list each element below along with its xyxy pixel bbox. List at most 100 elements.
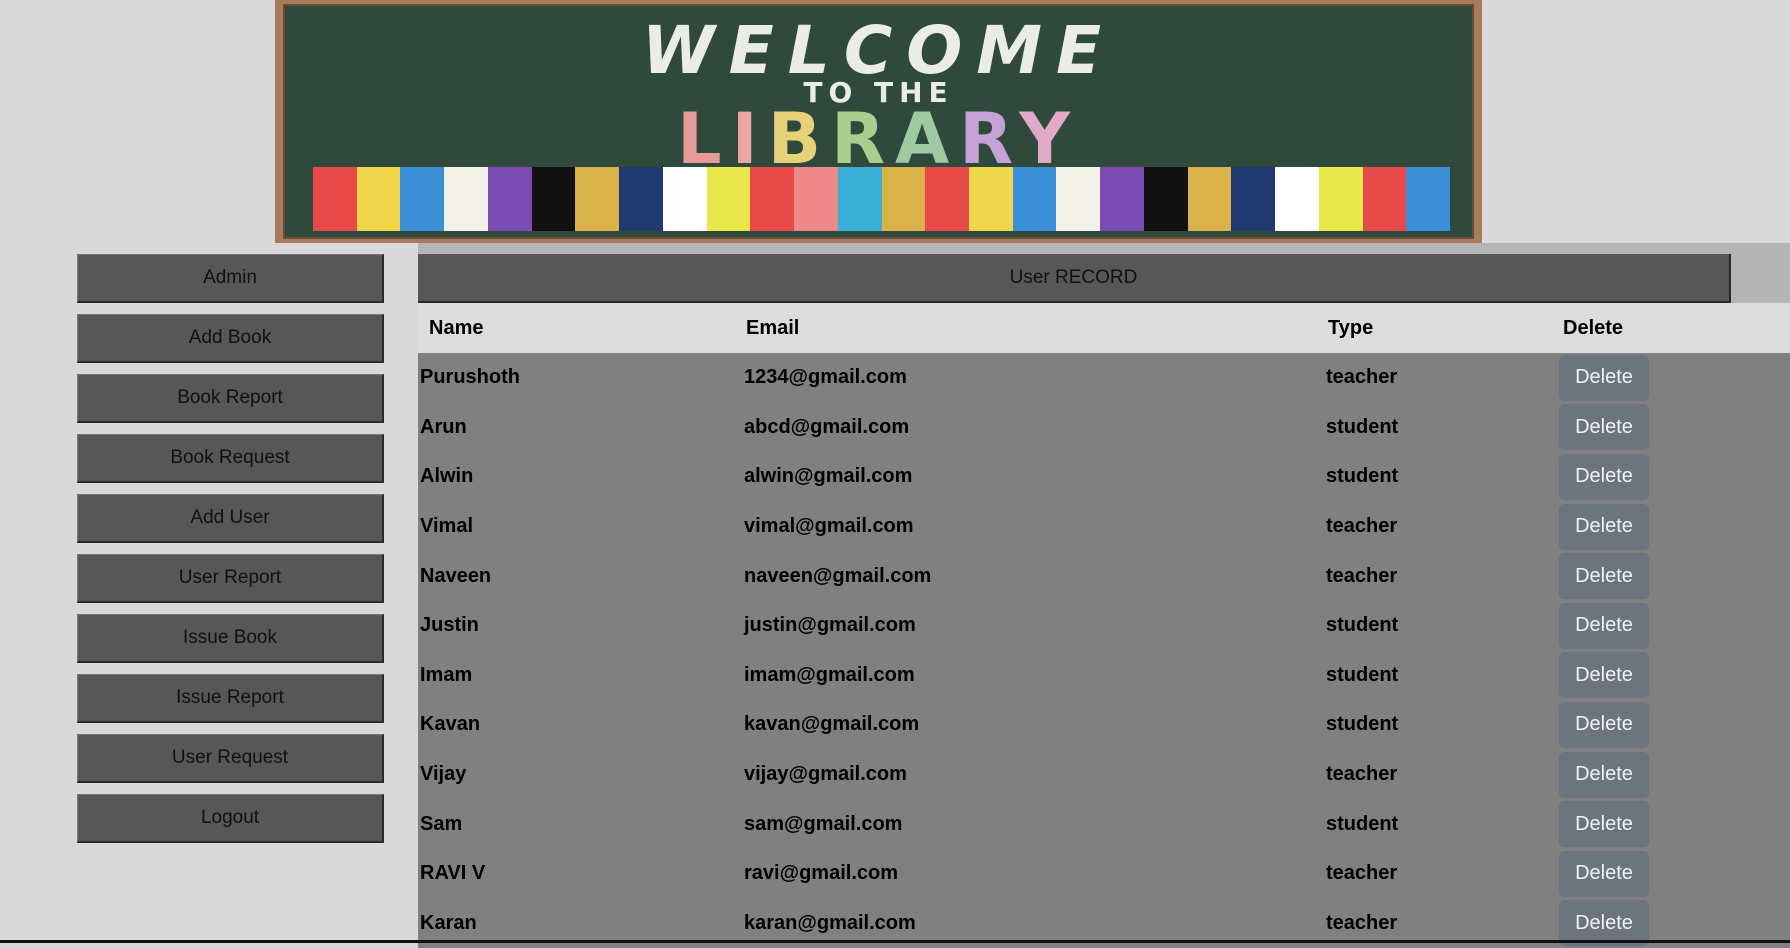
book-spine	[356, 167, 401, 231]
user-name-cell: Imam	[420, 663, 473, 686]
delete-cell: Delete	[1552, 551, 1790, 601]
user-email-cell: kavan@gmail.com	[744, 713, 920, 736]
user-name-cell: Vijay	[420, 763, 467, 786]
book-spine	[1275, 167, 1319, 231]
book-spine	[1362, 167, 1407, 231]
sidebar-item-admin[interactable]: Admin	[77, 254, 384, 303]
book-spine	[662, 167, 707, 231]
user-type-cell: teacher	[1326, 366, 1398, 389]
user-name-cell: Sam	[420, 812, 463, 835]
delete-cell: Delete	[1552, 353, 1790, 403]
column-header-type: Type	[1328, 316, 1374, 339]
user-name-cell: RAVI V	[420, 862, 486, 885]
sidebar-item-user-report[interactable]: User Report	[77, 554, 384, 603]
column-header-delete: Delete	[1563, 316, 1624, 339]
user-name-cell: Purushoth	[420, 366, 520, 389]
book-spine	[837, 167, 882, 231]
book-spine	[1143, 167, 1188, 231]
book-spine	[750, 167, 795, 231]
book-spine	[531, 167, 576, 231]
user-type-cell: teacher	[1326, 564, 1398, 587]
user-name-cell: Arun	[420, 415, 467, 438]
user-type-cell: student	[1326, 614, 1399, 637]
user-type-cell: student	[1326, 465, 1399, 488]
delete-user-button[interactable]: Delete	[1559, 751, 1649, 798]
delete-cell: Delete	[1552, 849, 1790, 899]
logout-button[interactable]: Logout	[77, 794, 384, 843]
user-email-cell: 1234@gmail.com	[744, 366, 907, 389]
book-spine	[881, 167, 926, 231]
book-spine	[1100, 167, 1144, 231]
main-content: User RECORD Name Email Type Delete Purus…	[418, 243, 1790, 948]
book-spine	[1012, 167, 1057, 231]
table-row: Alwin alwin@gmail.com student Delete	[418, 452, 1790, 502]
delete-user-button[interactable]: Delete	[1559, 354, 1649, 401]
user-type-cell: student	[1326, 663, 1399, 686]
table-row: Arun abcd@gmail.com student Delete	[418, 402, 1790, 453]
book-spine	[400, 167, 445, 231]
user-type-cell: student	[1326, 713, 1399, 736]
bookshelf-illustration	[313, 167, 1451, 231]
delete-cell: Delete	[1552, 700, 1790, 750]
delete-cell: Delete	[1552, 601, 1790, 651]
user-name-cell: Naveen	[420, 564, 492, 587]
book-spine	[313, 167, 357, 231]
delete-cell: Delete	[1552, 750, 1790, 800]
column-header-email: Email	[746, 316, 800, 339]
table-row: Sam sam@gmail.com student Delete	[418, 799, 1790, 849]
table-header-row: Name Email Type Delete	[418, 303, 1790, 353]
book-spine	[969, 167, 1013, 231]
user-email-cell: abcd@gmail.com	[744, 415, 910, 438]
book-spine	[925, 167, 970, 231]
user-email-cell: justin@gmail.com	[744, 614, 916, 637]
delete-user-button[interactable]: Delete	[1559, 453, 1649, 500]
table-row: Justin justin@gmail.com student Delete	[418, 600, 1790, 651]
table-row: Vimal vimal@gmail.com teacher Delete	[418, 501, 1790, 552]
table-row: Vijay vijay@gmail.com teacher Delete	[418, 749, 1790, 800]
table-row: Purushoth 1234@gmail.com teacher Delete	[418, 353, 1790, 403]
user-name-cell: Justin	[420, 614, 479, 637]
book-spine	[1231, 167, 1276, 231]
user-type-cell: student	[1326, 812, 1399, 835]
delete-user-button[interactable]: Delete	[1559, 701, 1649, 748]
delete-user-button[interactable]: Delete	[1559, 801, 1649, 848]
sidebar-item-book-request[interactable]: Book Request	[77, 434, 384, 483]
chalkboard: WELCOME TO THE LIBRARY	[283, 4, 1474, 239]
book-spine	[619, 167, 663, 231]
book-spine	[1056, 167, 1101, 231]
user-name-cell: Kavan	[420, 713, 481, 736]
user-email-cell: imam@gmail.com	[744, 663, 915, 686]
sidebar-item-book-report[interactable]: Book Report	[77, 374, 384, 423]
library-banner: WELCOME TO THE LIBRARY	[275, 0, 1482, 243]
table-row: RAVI V ravi@gmail.com teacher Delete	[418, 848, 1790, 899]
book-spine	[575, 167, 620, 231]
user-name-cell: Vimal	[420, 515, 473, 538]
delete-user-button[interactable]: Delete	[1559, 652, 1649, 699]
user-type-cell: teacher	[1326, 763, 1398, 786]
delete-user-button[interactable]: Delete	[1559, 553, 1649, 600]
user-email-cell: vijay@gmail.com	[744, 763, 907, 786]
user-name-cell: Alwin	[420, 465, 474, 488]
book-spine	[487, 167, 532, 231]
user-email-cell: sam@gmail.com	[744, 812, 903, 835]
delete-user-button[interactable]: Delete	[1559, 404, 1649, 451]
user-type-cell: student	[1326, 415, 1399, 438]
book-spine	[1406, 167, 1451, 231]
delete-cell: Delete	[1552, 651, 1790, 701]
delete-user-button[interactable]: Delete	[1559, 602, 1649, 649]
sidebar-item-issue-report[interactable]: Issue Report	[77, 674, 384, 723]
delete-user-button[interactable]: Delete	[1559, 850, 1649, 897]
sidebar-item-add-user[interactable]: Add User	[77, 494, 384, 543]
book-spine	[444, 167, 488, 231]
sidebar-item-user-request[interactable]: User Request	[77, 734, 384, 783]
user-type-cell: teacher	[1326, 515, 1398, 538]
sidebar-item-issue-book[interactable]: Issue Book	[77, 614, 384, 663]
table-row: Imam imam@gmail.com student Delete	[418, 650, 1790, 701]
user-email-cell: naveen@gmail.com	[744, 564, 932, 587]
table-row: Naveen naveen@gmail.com teacher Delete	[418, 551, 1790, 601]
sidebar-item-add-book[interactable]: Add Book	[77, 314, 384, 363]
book-spine	[1187, 167, 1232, 231]
book-spine	[706, 167, 751, 231]
delete-user-button[interactable]: Delete	[1559, 503, 1649, 550]
book-spine	[1318, 167, 1363, 231]
